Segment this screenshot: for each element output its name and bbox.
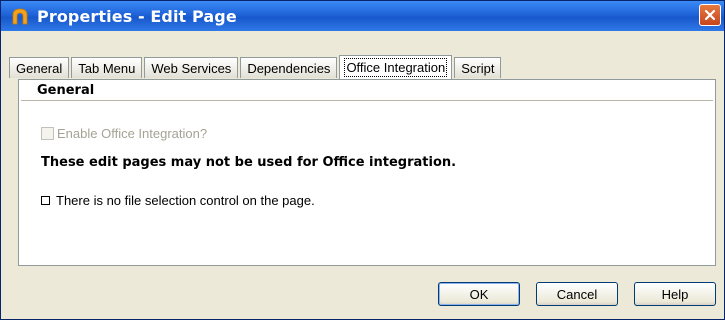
enable-office-integration-label: Enable Office Integration?	[57, 126, 208, 141]
tab-tab-menu[interactable]: Tab Menu	[71, 57, 143, 78]
tab-general[interactable]: General	[9, 57, 70, 78]
enable-office-integration-option: Enable Office Integration?	[41, 126, 207, 141]
reason-item: There is no file selection control on th…	[41, 193, 315, 208]
reason-text: There is no file selection control on th…	[56, 193, 315, 208]
tab-label: Tab Menu	[78, 60, 136, 76]
app-logo-icon	[9, 6, 31, 26]
ok-button[interactable]: OK	[438, 282, 520, 306]
tab-web-services[interactable]: Web Services	[144, 57, 239, 78]
tab-label: Script	[461, 60, 495, 76]
window-title: Properties - Edit Page	[37, 6, 237, 26]
tab-script[interactable]: Script	[454, 57, 502, 78]
office-integration-panel: General Enable Office Integration? These…	[18, 79, 716, 266]
section-title: General	[21, 81, 713, 101]
properties-dialog: Properties - Edit Page General Tab Menu …	[0, 0, 725, 320]
tab-label: Dependencies	[247, 60, 331, 76]
title-bar[interactable]: Properties - Edit Page	[1, 1, 724, 31]
close-icon	[704, 9, 716, 21]
bullet-box-icon	[41, 196, 50, 205]
help-button[interactable]: Help	[634, 282, 716, 306]
tab-strip: General Tab Menu Web Services Dependenci…	[9, 54, 503, 79]
tab-label: Web Services	[151, 60, 232, 76]
enable-office-integration-checkbox	[41, 127, 54, 140]
tab-office-integration[interactable]: Office Integration	[339, 55, 453, 79]
cancel-button[interactable]: Cancel	[536, 282, 618, 306]
tab-label: General	[16, 60, 63, 76]
tab-label: Office Integration	[344, 58, 448, 77]
close-button[interactable]	[699, 4, 721, 26]
tab-dependencies[interactable]: Dependencies	[240, 57, 338, 78]
warning-message: These edit pages may not be used for Off…	[41, 155, 457, 170]
